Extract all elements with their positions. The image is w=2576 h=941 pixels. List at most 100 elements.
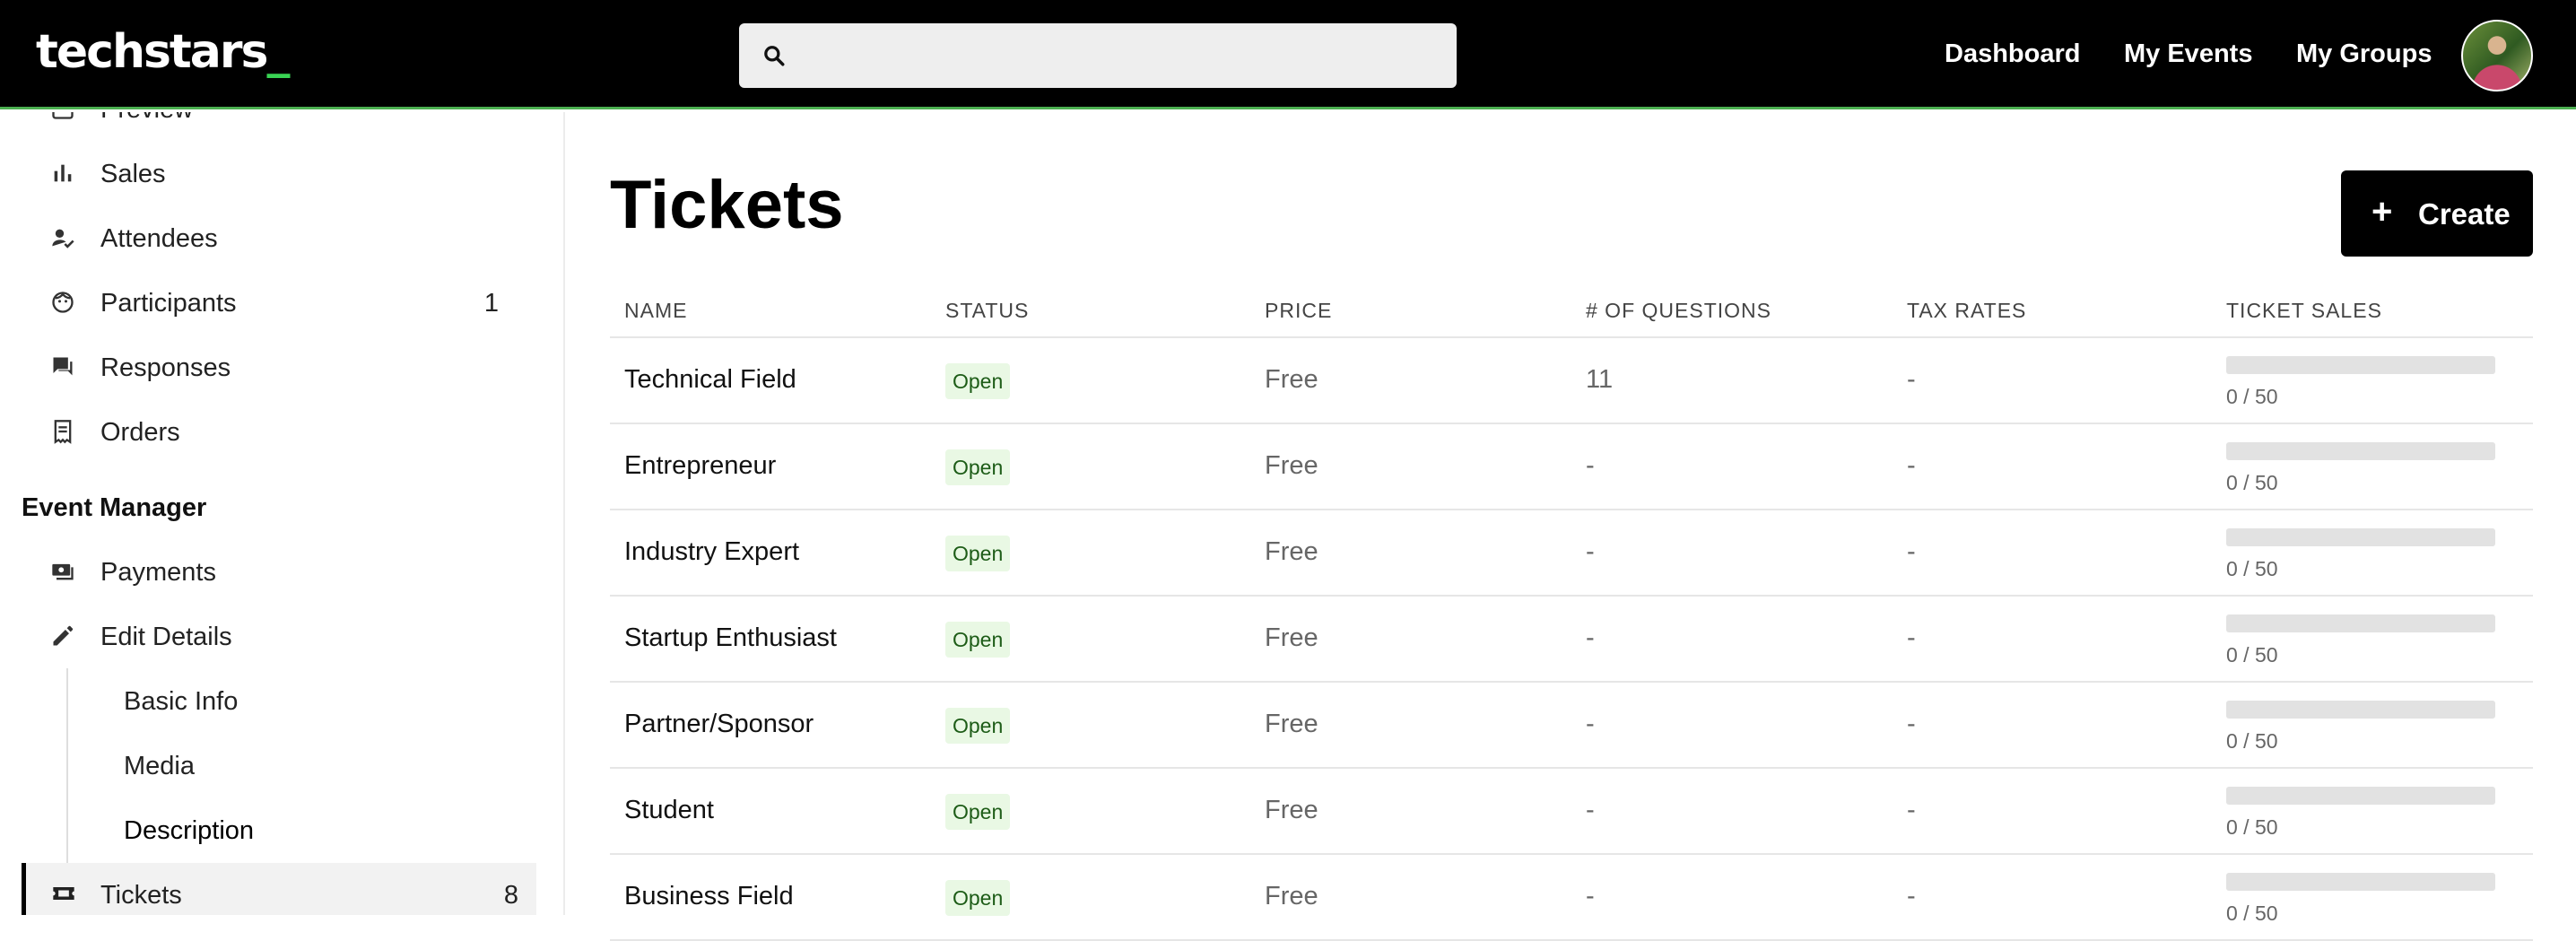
top-bar: techstars_ Dashboard My Events My Groups <box>0 0 2576 109</box>
tax-rates: - <box>1907 882 1916 911</box>
status-badge: Open <box>945 794 1011 830</box>
sidebar-item-label: Edit Details <box>100 623 232 651</box>
question-count: - <box>1586 796 1595 824</box>
ticket-name[interactable]: Partner/Sponsor <box>624 710 814 739</box>
sidebar-item-preview[interactable]: Preview <box>0 112 538 134</box>
tickets-count: 8 <box>503 881 518 910</box>
sidebar-item-responses[interactable]: Responses <box>0 342 538 392</box>
sidebar-item-attendees[interactable]: Attendees <box>0 213 538 263</box>
tax-rates: - <box>1907 796 1916 824</box>
sales-progress-bar <box>2226 614 2495 632</box>
ticket-name[interactable]: Business Field <box>624 882 794 911</box>
ticket-sales-count: 0 / 50 <box>2226 643 2278 667</box>
sidebar-item-label: Basic Info <box>124 687 239 716</box>
attendee-check-icon <box>52 229 74 248</box>
column-header-ticket-sales[interactable]: TICKET SALES <box>2226 299 2382 323</box>
question-count: - <box>1586 623 1595 652</box>
sidebar-item-sales[interactable]: Sales <box>0 148 538 198</box>
logo-underscore: _ <box>266 25 290 79</box>
question-count: - <box>1586 882 1595 911</box>
bar-chart-icon <box>54 164 72 182</box>
status-badge: Open <box>945 708 1011 744</box>
plus-icon: + <box>2371 192 2393 231</box>
status-badge: Open <box>945 536 1011 571</box>
page-title: Tickets <box>610 167 844 243</box>
tax-rates: - <box>1907 451 1916 480</box>
column-header-status[interactable]: STATUS <box>945 299 1029 323</box>
question-count: 11 <box>1586 365 1614 394</box>
ticket-name[interactable]: Technical Field <box>624 365 796 395</box>
nav-my-groups[interactable]: My Groups <box>2296 39 2432 69</box>
column-header-tax-rates[interactable]: TAX RATES <box>1907 299 2026 323</box>
techstars-logo[interactable]: techstars_ <box>36 25 290 79</box>
sidebar-item-participants[interactable]: Participants 1 <box>0 277 538 327</box>
question-count: - <box>1586 710 1595 738</box>
sales-progress-bar <box>2226 356 2495 374</box>
tax-rates: - <box>1907 537 1916 566</box>
table-row[interactable]: Industry Expert Open Free - - 0 / 50 <box>610 510 2533 597</box>
sidebar-subitem-basic-info[interactable]: Basic Info <box>0 675 538 726</box>
ticket-name[interactable]: Startup Enthusiast <box>624 623 837 653</box>
ticket-price: Free <box>1265 365 1318 394</box>
ticket-price: Free <box>1265 451 1318 480</box>
nav-dashboard[interactable]: Dashboard <box>1945 39 2080 69</box>
sidebar-item-payments[interactable]: Payments <box>0 546 538 597</box>
sidebar-item-label: Tickets <box>100 881 182 910</box>
status-badge: Open <box>945 363 1011 399</box>
question-count: - <box>1586 451 1595 480</box>
table-row[interactable]: Technical Field Open Free 11 - 0 / 50 <box>610 338 2533 424</box>
status-badge: Open <box>945 622 1011 658</box>
pencil-icon <box>53 625 74 646</box>
sidebar-item-label: Description <box>124 816 255 845</box>
ticket-sales-count: 0 / 50 <box>2226 729 2278 753</box>
ticket-sales-count: 0 / 50 <box>2226 385 2278 408</box>
sidebar-item-label: Responses <box>100 353 231 382</box>
search-input[interactable] <box>739 23 1457 88</box>
tax-rates: - <box>1907 365 1916 394</box>
face-icon <box>52 292 74 313</box>
column-header-name[interactable]: NAME <box>624 299 687 323</box>
table-row[interactable]: Business Field Open Free - - 0 / 50 <box>610 855 2533 941</box>
chat-icon <box>53 357 73 376</box>
user-avatar[interactable] <box>2461 20 2533 91</box>
sidebar-item-tickets[interactable]: Tickets 8 <box>22 863 536 915</box>
ticket-price: Free <box>1265 710 1318 738</box>
question-count: - <box>1586 537 1595 566</box>
sidebar-item-label: Sales <box>100 160 166 188</box>
ticket-icon <box>53 887 74 900</box>
section-title-event-manager: Event Manager <box>22 493 207 522</box>
status-badge: Open <box>945 880 1011 916</box>
search-icon <box>764 46 785 66</box>
sidebar-item-label: Preview <box>100 112 193 125</box>
sidebar-item-edit-details[interactable]: Edit Details <box>0 611 538 661</box>
ticket-price: Free <box>1265 623 1318 652</box>
ticket-sales-count: 0 / 50 <box>2226 557 2278 580</box>
sidebar-subitem-description[interactable]: Description <box>0 805 538 855</box>
ticket-name[interactable]: Student <box>624 796 714 825</box>
sidebar-item-label: Orders <box>100 418 180 447</box>
create-button-label: Create <box>2418 197 2511 231</box>
sidebar-item-orders[interactable]: Orders <box>0 406 538 457</box>
sidebar-item-label: Payments <box>100 558 216 587</box>
ticket-sales-count: 0 / 50 <box>2226 815 2278 839</box>
table-row[interactable]: Startup Enthusiast Open Free - - 0 / 50 <box>610 597 2533 683</box>
nav-my-events[interactable]: My Events <box>2124 39 2252 69</box>
sales-progress-bar <box>2226 701 2495 719</box>
ticket-price: Free <box>1265 796 1318 824</box>
ticket-name[interactable]: Entrepreneur <box>624 451 776 481</box>
payments-icon <box>52 563 74 580</box>
sidebar-item-label: Participants <box>100 289 237 318</box>
receipt-icon <box>54 420 72 444</box>
ticket-name[interactable]: Industry Expert <box>624 537 799 567</box>
sidebar-item-label: Media <box>124 752 195 780</box>
table-row[interactable]: Partner/Sponsor Open Free - - 0 / 50 <box>610 683 2533 769</box>
column-header-price[interactable]: PRICE <box>1265 299 1332 323</box>
ticket-price: Free <box>1265 882 1318 911</box>
column-header-questions[interactable]: # OF QUESTIONS <box>1586 299 1771 323</box>
sidebar-subitem-media[interactable]: Media <box>0 740 538 790</box>
status-badge: Open <box>945 449 1011 485</box>
sidebar-item-label: Attendees <box>100 224 218 253</box>
create-ticket-button[interactable]: + Create <box>2341 170 2533 257</box>
table-row[interactable]: Entrepreneur Open Free - - 0 / 50 <box>610 424 2533 510</box>
table-row[interactable]: Student Open Free - - 0 / 50 <box>610 769 2533 855</box>
